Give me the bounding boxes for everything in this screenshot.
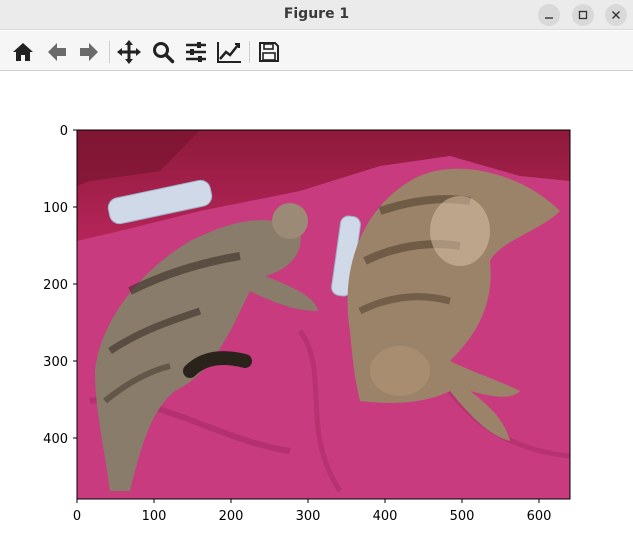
close-button[interactable] — [605, 4, 627, 26]
arrow-left-icon — [48, 43, 66, 61]
y-tick-label: 300 — [43, 355, 68, 370]
x-tick-label: 600 — [527, 509, 552, 524]
forward-button[interactable] — [76, 39, 102, 65]
x-tick-label: 100 — [142, 509, 167, 524]
x-tick-label: 400 — [373, 509, 398, 524]
figure-canvas[interactable]: 0 100 200 300 400 500 600 0 100 200 300 … — [0, 71, 633, 547]
toolbar-separator — [109, 41, 110, 63]
close-icon — [612, 11, 620, 19]
x-tick-label: 0 — [73, 509, 81, 524]
plot-axes: 0 100 200 300 400 500 600 0 100 200 300 … — [43, 124, 571, 524]
sliders-icon — [186, 42, 206, 62]
y-tick-label: 200 — [43, 278, 68, 293]
edit-axes-button[interactable] — [216, 39, 242, 65]
configure-subplots-button[interactable] — [183, 39, 209, 65]
floppy-disk-icon — [259, 42, 279, 62]
minimize-icon — [545, 17, 553, 19]
x-tick-label: 300 — [296, 509, 321, 524]
home-icon — [13, 43, 33, 61]
zoom-button[interactable] — [150, 39, 176, 65]
y-tick-label: 100 — [43, 201, 68, 216]
minimize-button[interactable] — [538, 4, 560, 26]
line-chart-icon — [217, 42, 241, 63]
toolbar-separator — [249, 41, 250, 63]
y-tick-label: 400 — [43, 432, 68, 447]
y-tick-label: 0 — [60, 124, 68, 139]
zoom-icon — [153, 42, 175, 64]
back-button[interactable] — [44, 39, 70, 65]
arrow-right-icon — [80, 43, 98, 61]
x-tick-label: 200 — [219, 509, 244, 524]
x-axis: 0 100 200 300 400 500 600 — [73, 499, 552, 524]
maximize-icon — [578, 10, 588, 20]
y-axis: 0 100 200 300 400 — [43, 124, 77, 447]
pan-button[interactable] — [116, 39, 142, 65]
move-icon — [117, 40, 141, 64]
home-button[interactable] — [10, 39, 36, 65]
maximize-button[interactable] — [572, 4, 594, 26]
x-tick-label: 500 — [450, 509, 475, 524]
title-bar: Figure 1 — [0, 0, 633, 30]
cat-photo — [77, 130, 570, 499]
navigation-toolbar — [0, 31, 633, 71]
save-button[interactable] — [256, 39, 282, 65]
